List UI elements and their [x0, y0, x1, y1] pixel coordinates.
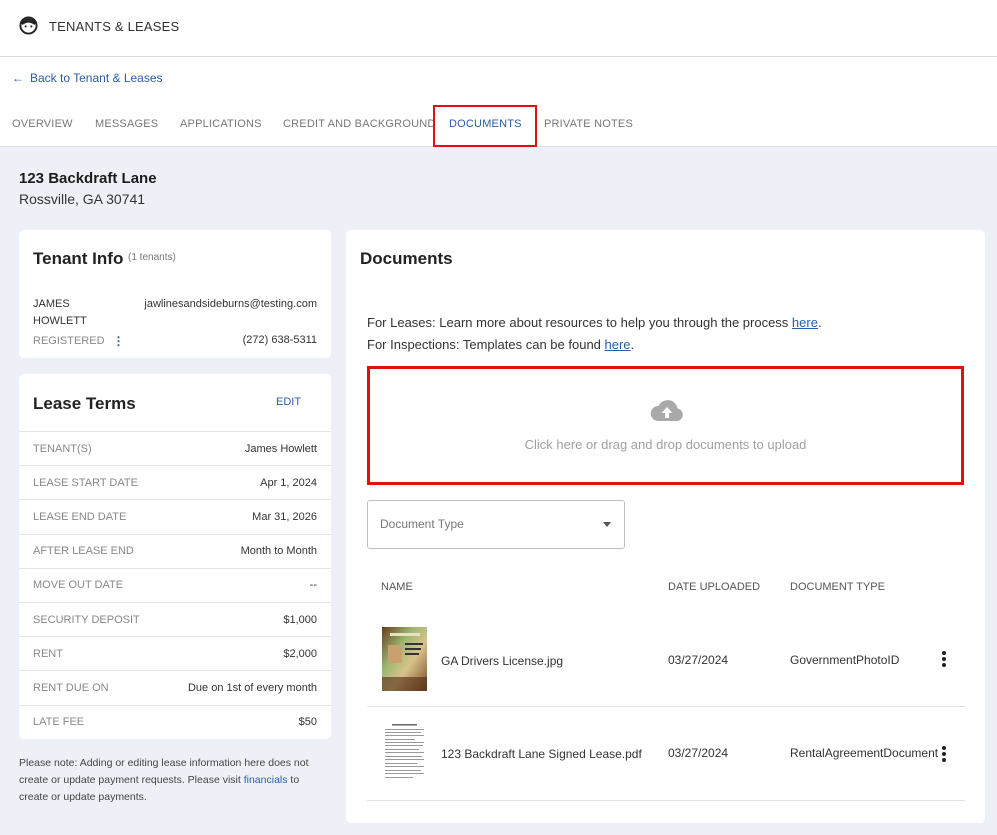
column-header-date-uploaded: DATE UPLOADED [668, 581, 761, 593]
tenant-info-card: Tenant Info (1 tenants) JAMES HOWLETT ja… [19, 230, 331, 358]
upload-hint: Click here or drag and drop documents to… [524, 437, 807, 452]
tab-overview[interactable]: OVERVIEW [12, 118, 73, 130]
documents-info: For Leases: Learn more about resources t… [367, 312, 822, 356]
cloud-upload-icon [650, 400, 683, 421]
lease-row-late-fee: LATE FEE $50 [19, 704, 331, 739]
lease-terms-list: TENANT(S) James Howlett LEASE START DATE A… [19, 431, 331, 739]
lease-row-value: James Howlett [244, 442, 317, 455]
column-header-document-type: DOCUMENT TYPE [790, 581, 885, 593]
tenant-email: jawlinesandsideburns@testing.com [144, 298, 317, 310]
lease-row-label: MOVE OUT DATE [33, 579, 124, 592]
document-date: 03/27/2024 [668, 653, 729, 667]
lease-row-value: Month to Month [240, 545, 317, 558]
lease-row-value: Due on 1st of every month [187, 681, 317, 694]
app-title: TENANTS & LEASES [49, 19, 180, 34]
lease-row-tenants: TENANT(S) James Howlett [19, 431, 331, 465]
documents-card: Documents For Leases: Learn more about r… [346, 230, 985, 823]
tenant-status-label: REGISTERED [33, 335, 105, 347]
document-name[interactable]: GA Drivers License.jpg [441, 654, 563, 668]
top-bar: TENANTS & LEASES [0, 0, 997, 57]
lease-row-label: SECURITY DEPOSIT [33, 613, 140, 626]
lease-row-end-date: LEASE END DATE Mar 31, 2026 [19, 499, 331, 533]
inspections-here-link[interactable]: here [605, 337, 631, 352]
lease-row-label: TENANT(S) [33, 442, 92, 455]
lease-row-rent-due: RENT DUE ON Due on 1st of every month [19, 670, 331, 704]
document-name[interactable]: 123 Backdraft Lane Signed Lease.pdf [441, 747, 642, 761]
lease-row-label: RENT DUE ON [33, 681, 109, 694]
inspections-info-line: For Inspections: Templates can be found … [367, 334, 822, 356]
lease-row-label: LATE FEE [33, 716, 85, 729]
lease-row-start-date: LEASE START DATE Apr 1, 2024 [19, 465, 331, 499]
tab-applications[interactable]: APPLICATIONS [180, 118, 262, 130]
lease-terms-card: Lease Terms EDIT TENANT(S) James Howlett … [19, 374, 331, 739]
more-vertical-icon[interactable] [941, 746, 947, 762]
more-vertical-icon[interactable] [941, 651, 947, 667]
tenant-count: (1 tenants) [128, 252, 176, 263]
lease-pdf-thumbnail [382, 721, 427, 785]
lease-row-security-deposit: SECURITY DEPOSIT $1,000 [19, 601, 331, 636]
column-header-name: NAME [381, 581, 413, 593]
document-type-placeholder: Document Type [380, 517, 464, 531]
leases-info-line: For Leases: Learn more about resources t… [367, 312, 822, 334]
tenant-info-title: Tenant Info [33, 249, 124, 268]
lease-note: Please note: Adding or editing lease inf… [19, 755, 331, 806]
leases-info-period: . [817, 315, 822, 330]
lease-row-value: Mar 31, 2026 [252, 510, 317, 523]
lease-row-label: LEASE START DATE [33, 476, 138, 489]
document-type-select[interactable]: Document Type [367, 500, 625, 549]
financials-link[interactable]: financials [244, 774, 288, 786]
tab-credit-and-background[interactable]: CREDIT AND BACKGROUND [283, 118, 436, 130]
arrow-left-icon: ← [12, 71, 24, 85]
lease-row-label: AFTER LEASE END [33, 545, 134, 558]
back-to-tenants-link[interactable]: ← Back to Tenant & Leases [12, 71, 163, 85]
lease-terms-title: Lease Terms [33, 394, 136, 413]
drivers-license-thumbnail [382, 627, 427, 691]
inspections-info-period: . [630, 337, 635, 352]
leases-info-text: For Leases: Learn more about resources t… [367, 315, 792, 330]
lease-row-label: RENT [33, 647, 63, 660]
tenant-status: REGISTERED ⋮ [33, 334, 125, 348]
tab-private-notes[interactable]: PRIVATE NOTES [544, 118, 633, 130]
property-address: 123 Backdraft Lane Rossville, GA 30741 [19, 170, 157, 207]
document-row[interactable]: 123 Backdraft Lane Signed Lease.pdf 03/2… [367, 707, 965, 801]
inspections-info-text: For Inspections: Templates can be found [367, 337, 605, 352]
lease-row-rent: RENT $2,000 [19, 636, 331, 670]
document-type: RentalAgreementDocument [790, 746, 939, 760]
lease-row-after-end: AFTER LEASE END Month to Month [19, 533, 331, 568]
page-subheader: ← Back to Tenant & Leases OVERVIEW MESSA… [0, 57, 997, 147]
tenant-first-name: JAMES [33, 298, 70, 310]
lease-row-value: $1,000 [283, 613, 317, 626]
upload-dropzone[interactable]: Click here or drag and drop documents to… [367, 366, 964, 485]
tenant-menu-icon[interactable]: ⋮ [113, 334, 125, 348]
lease-row-value: $2,000 [283, 647, 317, 660]
address-line-2: Rossville, GA 30741 [19, 191, 146, 207]
document-type: GovernmentPhotoID [790, 653, 900, 667]
tenant-face-icon [19, 16, 38, 35]
lease-row-value: $50 [298, 716, 317, 729]
documents-title: Documents [360, 249, 453, 268]
lease-row-value: -- [309, 579, 317, 592]
edit-lease-button[interactable]: EDIT [276, 396, 301, 408]
leases-here-link[interactable]: here [792, 315, 818, 330]
lease-row-value: Apr 1, 2024 [260, 476, 317, 489]
tenant-last-name: HOWLETT [33, 315, 87, 327]
tenant-name: JAMES HOWLETT [33, 296, 123, 330]
document-date: 03/27/2024 [668, 746, 729, 760]
document-row[interactable]: GA Drivers License.jpg 03/27/2024 Govern… [367, 613, 965, 707]
tab-messages[interactable]: MESSAGES [95, 118, 158, 130]
tab-highlight-box [433, 105, 537, 147]
lease-row-label: LEASE END DATE [33, 510, 127, 523]
tenant-phone: (272) 638-5311 [242, 334, 317, 346]
back-link-label: Back to Tenant & Leases [30, 71, 163, 85]
caret-down-icon [603, 522, 611, 527]
lease-row-move-out: MOVE OUT DATE -- [19, 567, 331, 602]
address-line-1: 123 Backdraft Lane [19, 170, 157, 187]
